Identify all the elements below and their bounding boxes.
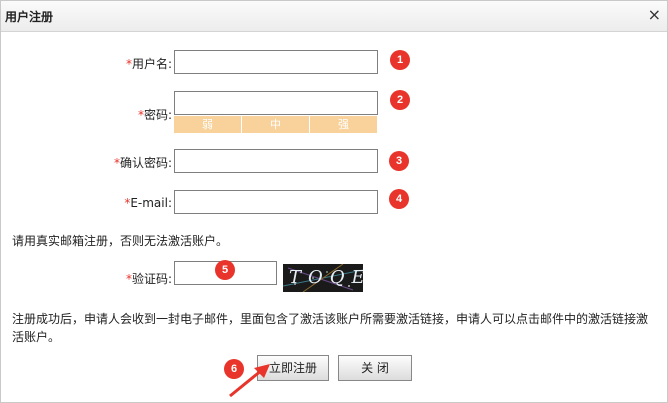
step-badge-1: 1 [390,50,410,70]
password-strength-meter: 弱 中 强 [174,116,377,133]
step-badge-5: 5 [215,260,235,280]
username-label: *用户名: [52,55,172,72]
captcha-label-text: 验证码: [131,272,172,286]
email-note: 请用真实邮箱注册，否则无法激活账户。 [12,234,229,248]
username-input[interactable] [174,50,378,74]
dialog-title: 用户注册 [5,10,54,24]
password-label-text: 密码: [143,108,172,122]
strength-strong: 强 [310,116,377,133]
captcha-image[interactable]: TOQE [283,264,363,292]
activation-note: 注册成功后，申请人会收到一封电子邮件，里面包含了激活该账户所需要激活链接，申请人… [12,312,649,344]
step-badge-4: 4 [389,189,409,209]
step-badge-3: 3 [389,151,409,171]
password-input[interactable] [174,91,378,115]
password-label: *密码: [52,106,172,123]
strength-weak: 弱 [174,116,242,133]
captcha-text: TOQE [289,267,363,288]
strength-medium: 中 [242,116,310,133]
close-icon[interactable]: × [648,5,661,24]
email-input[interactable] [174,190,378,214]
username-label-text: 用户名: [131,57,172,71]
dialog-titlebar: 用户注册 × [1,1,667,32]
arrow-icon [229,364,270,398]
email-label-text: E-mail: [130,196,172,210]
confirm-password-label: *确认密码: [52,154,172,171]
captcha-label: *验证码: [52,270,172,287]
close-button[interactable]: 关 闭 [338,355,412,381]
email-label: *E-mail: [52,196,172,210]
step-badge-2: 2 [390,90,410,110]
confirm-password-input[interactable] [174,149,378,173]
confirm-password-label-text: 确认密码: [119,156,172,170]
